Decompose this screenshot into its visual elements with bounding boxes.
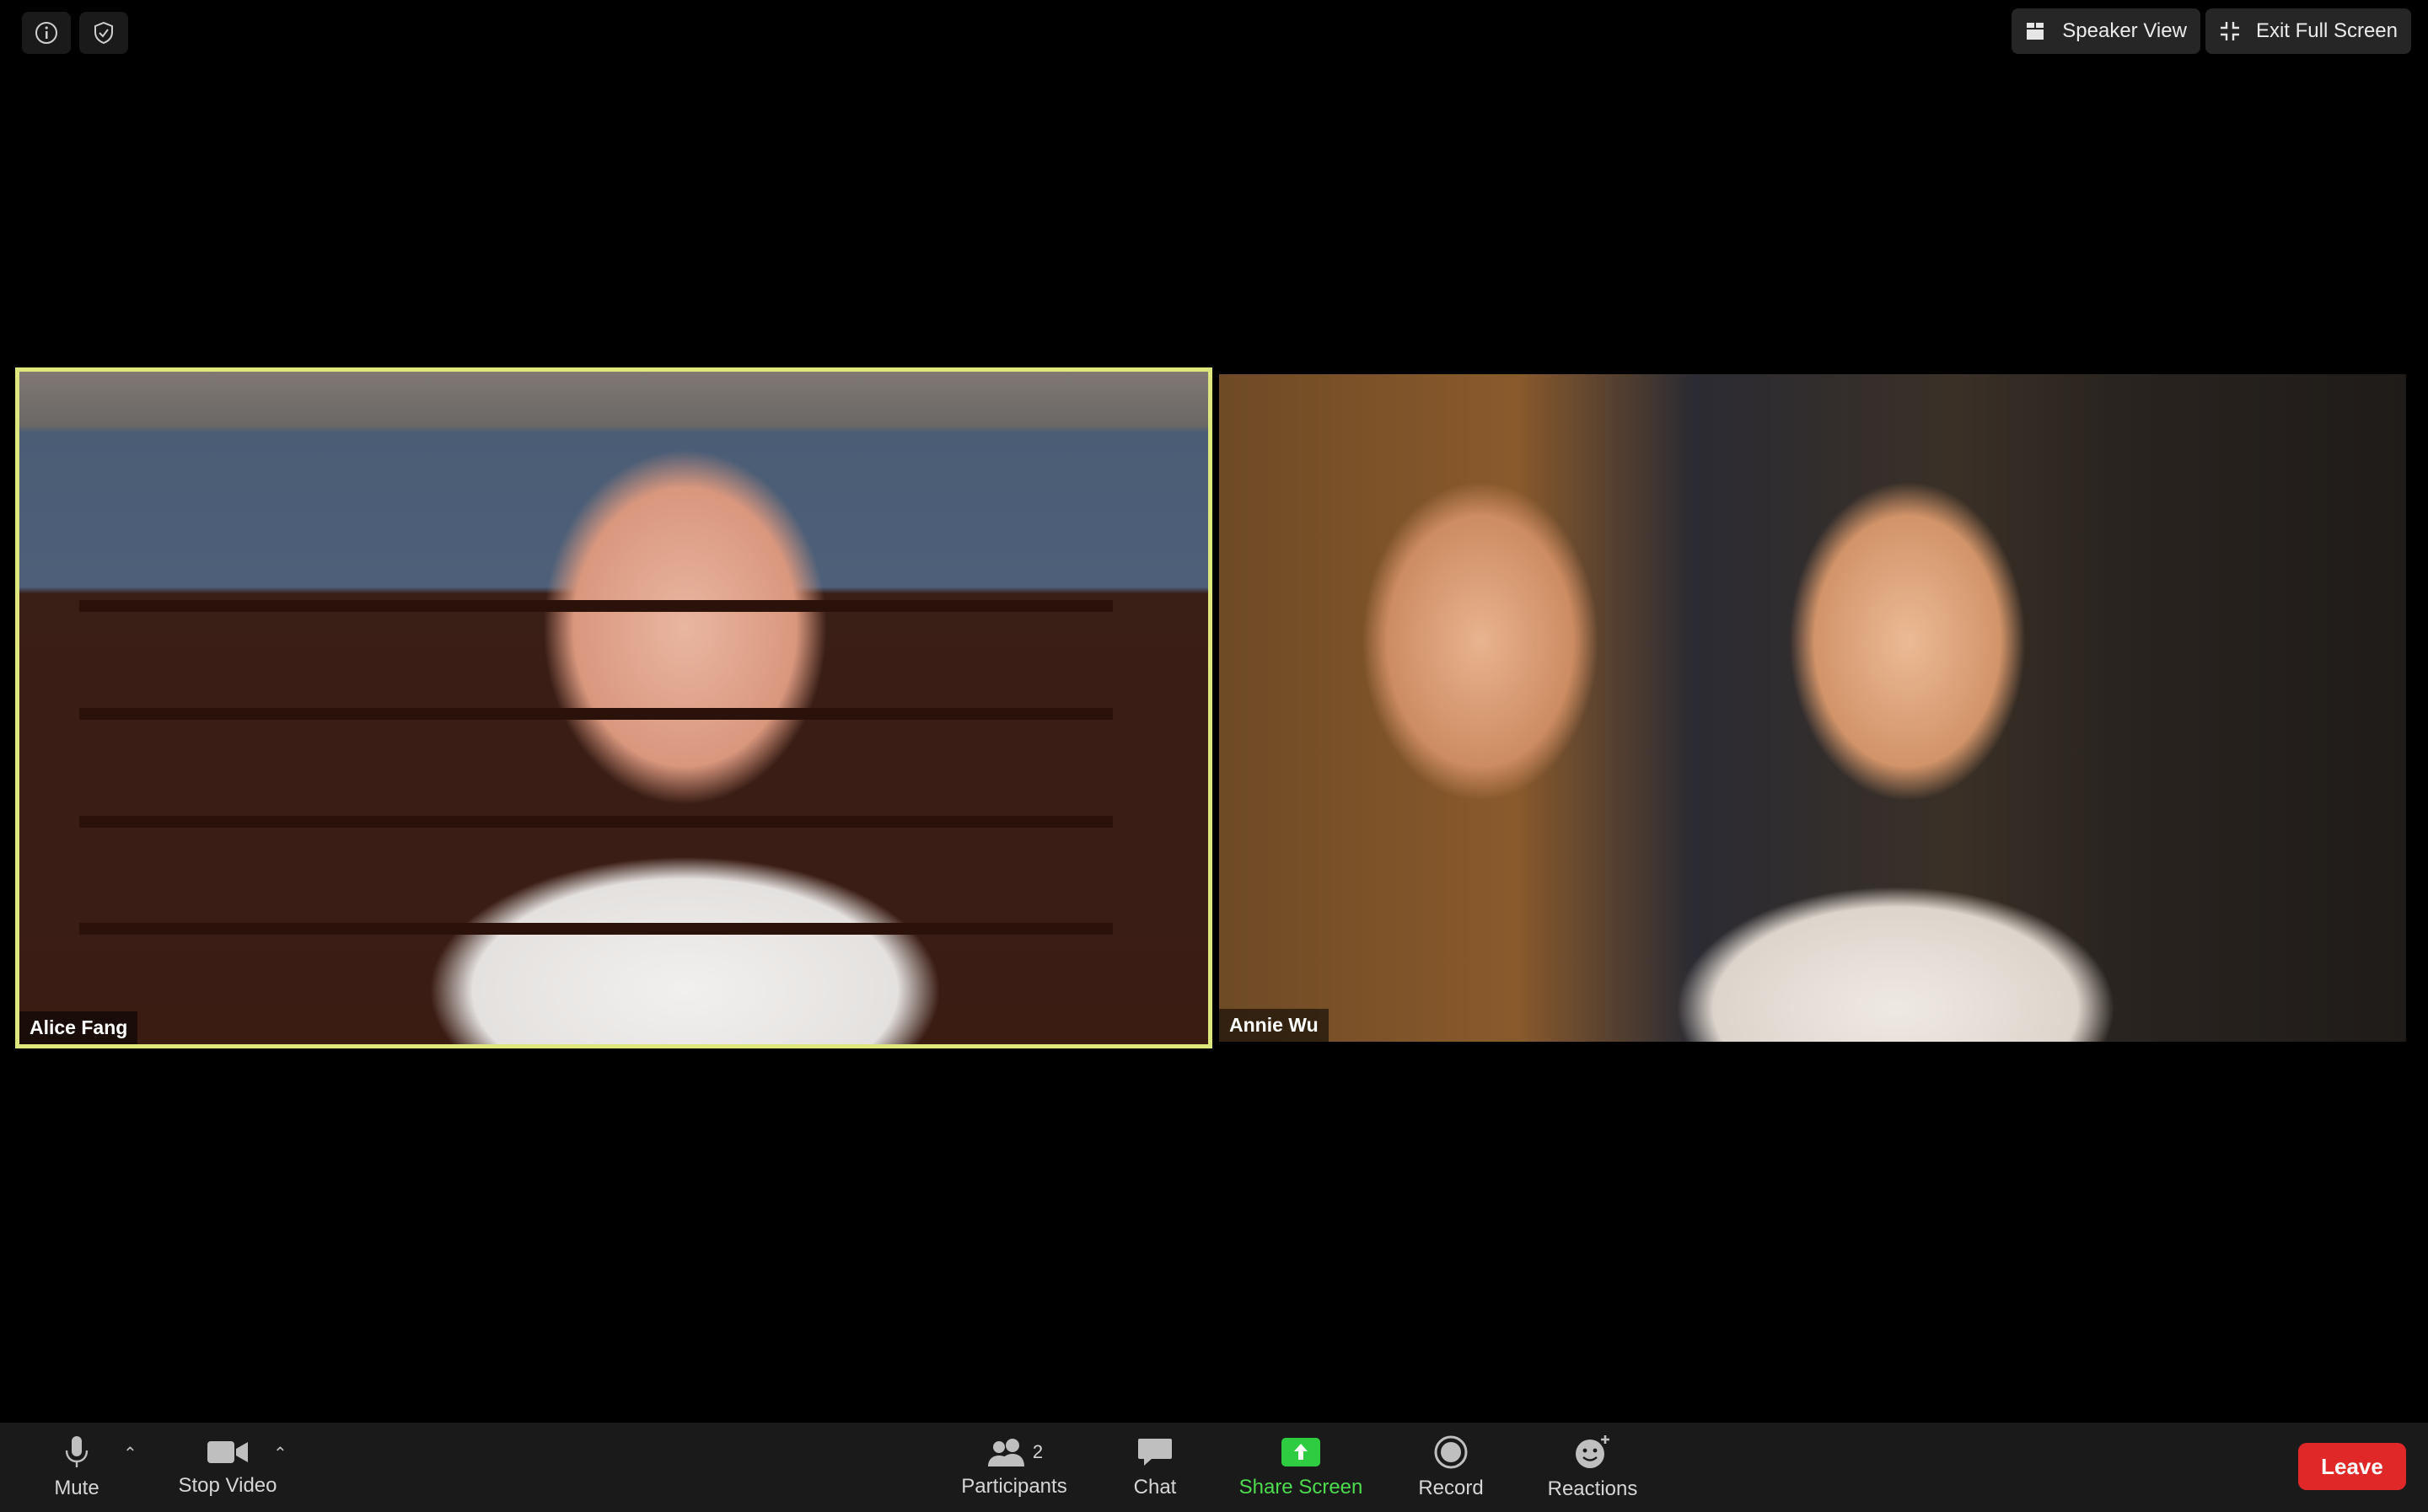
share-screen-icon <box>1281 1438 1320 1466</box>
participant-name-label: Alice Fang <box>19 1011 138 1044</box>
share-screen-label: Share Screen <box>1238 1476 1363 1499</box>
video-tile-alice-fang[interactable]: Alice Fang <box>15 367 1212 1048</box>
video-tile-annie-wu[interactable]: Annie Wu <box>1219 374 2406 1042</box>
meeting-info-button[interactable] <box>22 12 71 54</box>
video-camera-icon <box>207 1441 248 1463</box>
meeting-info-controls <box>22 12 128 54</box>
reactions-icon <box>1576 1435 1609 1468</box>
grid-icon <box>2027 23 2044 40</box>
mute-button[interactable]: Mute <box>39 1423 115 1512</box>
chat-button[interactable]: Chat <box>1121 1423 1189 1512</box>
exit-full-screen-label: Exit Full Screen <box>2255 19 2398 42</box>
leave-button[interactable]: Leave <box>2298 1443 2406 1490</box>
reactions-button[interactable]: Reactions <box>1539 1423 1646 1512</box>
record-button[interactable]: Record <box>1410 1423 1492 1512</box>
bookshelf-decor <box>78 708 1114 720</box>
speaker-view-label: Speaker View <box>2062 19 2187 42</box>
chat-label: Chat <box>1133 1476 1177 1499</box>
info-icon <box>35 22 57 44</box>
video-options-caret[interactable]: ⌃ <box>273 1443 287 1464</box>
microphone-icon <box>65 1436 89 1467</box>
participants-label: Participants <box>961 1475 1067 1498</box>
participant-name-label: Annie Wu <box>1219 1009 1329 1042</box>
chat-icon <box>1138 1439 1172 1466</box>
bookshelf-decor <box>78 815 1114 828</box>
audio-options-caret[interactable]: ⌃ <box>123 1443 137 1464</box>
participants-icon-group: 2 <box>986 1436 1043 1468</box>
stop-video-button[interactable]: Stop Video <box>169 1423 287 1512</box>
bookshelf-decor <box>78 923 1114 936</box>
participants-icon <box>987 1439 1024 1466</box>
bookshelf-decor <box>78 600 1114 613</box>
record-icon <box>1434 1435 1468 1469</box>
speaker-view-button[interactable]: Speaker View <box>2012 8 2200 54</box>
meeting-toolbar: Mute ⌃ Stop Video ⌃ 2 Participants Chat <box>0 1423 2428 1512</box>
share-screen-button[interactable]: Share Screen <box>1231 1423 1371 1512</box>
participants-count: 2 <box>1032 1441 1044 1462</box>
view-controls: Speaker View Exit Full Screen <box>2012 8 2411 54</box>
stop-video-label: Stop Video <box>178 1474 277 1497</box>
exit-full-screen-button[interactable]: Exit Full Screen <box>2205 8 2411 54</box>
encryption-button[interactable] <box>79 12 128 54</box>
mute-label: Mute <box>54 1477 99 1499</box>
reactions-label: Reactions <box>1547 1477 1638 1500</box>
exit-fullscreen-icon <box>2220 22 2239 40</box>
shield-check-icon <box>94 21 113 45</box>
participants-button[interactable]: 2 Participants <box>953 1423 1076 1512</box>
record-label: Record <box>1418 1477 1484 1499</box>
